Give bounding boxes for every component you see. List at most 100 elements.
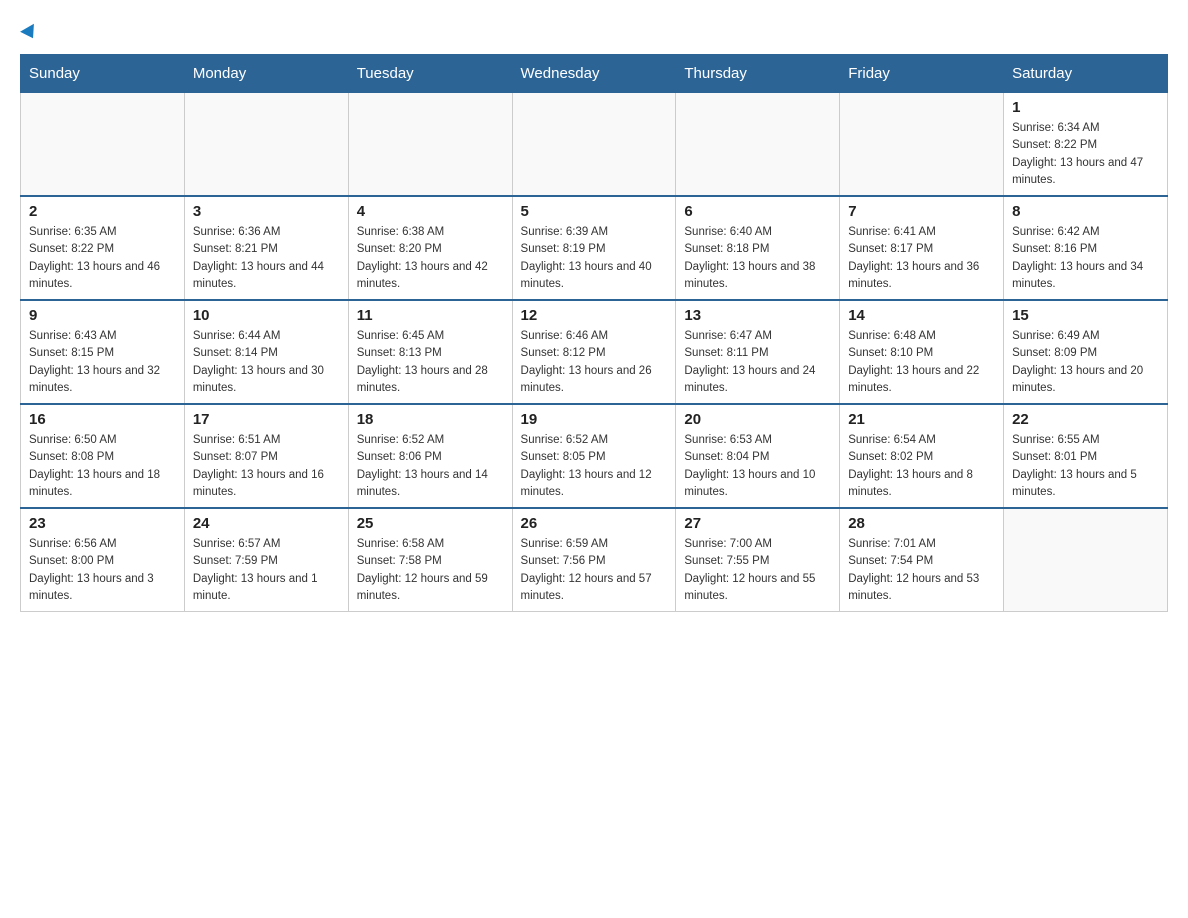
day-number: 2	[29, 203, 176, 220]
calendar-cell	[348, 93, 512, 197]
day-number: 24	[193, 515, 340, 532]
day-number: 22	[1012, 411, 1159, 428]
calendar-cell: 21 Sunrise: 6:54 AMSunset: 8:02 PMDayligh…	[840, 404, 1004, 508]
calendar-cell	[512, 93, 676, 197]
day-number: 14	[848, 307, 995, 324]
calendar-cell	[1004, 508, 1168, 612]
day-info: Sunrise: 6:46 AMSunset: 8:12 PMDaylight:…	[521, 328, 668, 397]
calendar-cell: 6 Sunrise: 6:40 AMSunset: 8:18 PMDaylight…	[676, 196, 840, 300]
day-info: Sunrise: 6:57 AMSunset: 7:59 PMDaylight:…	[193, 536, 340, 605]
calendar-cell: 18 Sunrise: 6:52 AMSunset: 8:06 PMDayligh…	[348, 404, 512, 508]
calendar-cell: 16 Sunrise: 6:50 AMSunset: 8:08 PMDayligh…	[21, 404, 185, 508]
day-info: Sunrise: 6:49 AMSunset: 8:09 PMDaylight:…	[1012, 328, 1159, 397]
day-info: Sunrise: 6:50 AMSunset: 8:08 PMDaylight:…	[29, 432, 176, 501]
day-number: 11	[357, 307, 504, 324]
calendar-cell: 1Sunrise: 6:34 AMSunset: 8:22 PMDaylight…	[1004, 93, 1168, 197]
day-info: Sunrise: 6:51 AMSunset: 8:07 PMDaylight:…	[193, 432, 340, 501]
calendar-cell: 3 Sunrise: 6:36 AMSunset: 8:21 PMDaylight…	[184, 196, 348, 300]
calendar-cell: 5 Sunrise: 6:39 AMSunset: 8:19 PMDaylight…	[512, 196, 676, 300]
day-info: Sunrise: 6:58 AMSunset: 7:58 PMDaylight:…	[357, 536, 504, 605]
calendar-table: SundayMondayTuesdayWednesdayThursdayFrid…	[20, 54, 1168, 612]
day-info: Sunrise: 6:52 AMSunset: 8:06 PMDaylight:…	[357, 432, 504, 501]
day-info: Sunrise: 6:40 AMSunset: 8:18 PMDaylight:…	[684, 224, 831, 293]
calendar-cell: 12 Sunrise: 6:46 AMSunset: 8:12 PMDayligh…	[512, 300, 676, 404]
calendar-cell: 13 Sunrise: 6:47 AMSunset: 8:11 PMDayligh…	[676, 300, 840, 404]
day-header-wednesday: Wednesday	[512, 55, 676, 93]
day-number: 4	[357, 203, 504, 220]
day-info: Sunrise: 6:38 AMSunset: 8:20 PMDaylight:…	[357, 224, 504, 293]
calendar-cell	[840, 93, 1004, 197]
calendar-cell: 28Sunrise: 7:01 AMSunset: 7:54 PMDayligh…	[840, 508, 1004, 612]
day-info: Sunrise: 6:43 AMSunset: 8:15 PMDaylight:…	[29, 328, 176, 397]
day-info: Sunrise: 6:53 AMSunset: 8:04 PMDaylight:…	[684, 432, 831, 501]
day-number: 21	[848, 411, 995, 428]
day-info: Sunrise: 6:35 AMSunset: 8:22 PMDaylight:…	[29, 224, 176, 293]
day-info: Sunrise: 6:59 AMSunset: 7:56 PMDaylight:…	[521, 536, 668, 605]
logo	[20, 20, 38, 44]
day-info: Sunrise: 6:41 AMSunset: 8:17 PMDaylight:…	[848, 224, 995, 293]
day-number: 19	[521, 411, 668, 428]
day-number: 15	[1012, 307, 1159, 324]
day-info: Sunrise: 6:45 AMSunset: 8:13 PMDaylight:…	[357, 328, 504, 397]
calendar-cell: 11 Sunrise: 6:45 AMSunset: 8:13 PMDayligh…	[348, 300, 512, 404]
day-number: 10	[193, 307, 340, 324]
day-number: 27	[684, 515, 831, 532]
calendar-cell: 8 Sunrise: 6:42 AMSunset: 8:16 PMDaylight…	[1004, 196, 1168, 300]
calendar-cell: 24 Sunrise: 6:57 AMSunset: 7:59 PMDayligh…	[184, 508, 348, 612]
day-number: 8	[1012, 203, 1159, 220]
day-number: 12	[521, 307, 668, 324]
day-header-saturday: Saturday	[1004, 55, 1168, 93]
day-number: 13	[684, 307, 831, 324]
calendar-cell: 10 Sunrise: 6:44 AMSunset: 8:14 PMDayligh…	[184, 300, 348, 404]
calendar-week-row: 1Sunrise: 6:34 AMSunset: 8:22 PMDaylight…	[21, 93, 1168, 197]
day-info: Sunrise: 6:47 AMSunset: 8:11 PMDaylight:…	[684, 328, 831, 397]
day-info: Sunrise: 6:56 AMSunset: 8:00 PMDaylight:…	[29, 536, 176, 605]
calendar-cell: 23 Sunrise: 6:56 AMSunset: 8:00 PMDayligh…	[21, 508, 185, 612]
day-info: Sunrise: 6:48 AMSunset: 8:10 PMDaylight:…	[848, 328, 995, 397]
day-info: Sunrise: 6:52 AMSunset: 8:05 PMDaylight:…	[521, 432, 668, 501]
day-number: 5	[521, 203, 668, 220]
logo-triangle-icon	[20, 24, 40, 42]
day-number: 25	[357, 515, 504, 532]
day-number: 3	[193, 203, 340, 220]
calendar-cell: 20 Sunrise: 6:53 AMSunset: 8:04 PMDayligh…	[676, 404, 840, 508]
day-number: 18	[357, 411, 504, 428]
calendar-cell	[676, 93, 840, 197]
calendar-cell: 7 Sunrise: 6:41 AMSunset: 8:17 PMDaylight…	[840, 196, 1004, 300]
calendar-cell	[21, 93, 185, 197]
calendar-cell: 14 Sunrise: 6:48 AMSunset: 8:10 PMDayligh…	[840, 300, 1004, 404]
day-number: 16	[29, 411, 176, 428]
calendar-cell: 27Sunrise: 7:00 AMSunset: 7:55 PMDayligh…	[676, 508, 840, 612]
day-info: Sunrise: 6:42 AMSunset: 8:16 PMDaylight:…	[1012, 224, 1159, 293]
calendar-week-row: 23 Sunrise: 6:56 AMSunset: 8:00 PMDayligh…	[21, 508, 1168, 612]
day-header-sunday: Sunday	[21, 55, 185, 93]
day-info: Sunrise: 6:36 AMSunset: 8:21 PMDaylight:…	[193, 224, 340, 293]
day-number: 7	[848, 203, 995, 220]
calendar-week-row: 9 Sunrise: 6:43 AMSunset: 8:15 PMDaylight…	[21, 300, 1168, 404]
day-number: 23	[29, 515, 176, 532]
calendar-cell: 26 Sunrise: 6:59 AMSunset: 7:56 PMDayligh…	[512, 508, 676, 612]
calendar-cell: 17 Sunrise: 6:51 AMSunset: 8:07 PMDayligh…	[184, 404, 348, 508]
calendar-cell: 25 Sunrise: 6:58 AMSunset: 7:58 PMDayligh…	[348, 508, 512, 612]
day-header-tuesday: Tuesday	[348, 55, 512, 93]
day-number: 9	[29, 307, 176, 324]
day-info: Sunrise: 6:39 AMSunset: 8:19 PMDaylight:…	[521, 224, 668, 293]
calendar-cell: 2 Sunrise: 6:35 AMSunset: 8:22 PMDaylight…	[21, 196, 185, 300]
day-info: Sunrise: 6:44 AMSunset: 8:14 PMDaylight:…	[193, 328, 340, 397]
calendar-cell: 22Sunrise: 6:55 AMSunset: 8:01 PMDayligh…	[1004, 404, 1168, 508]
day-header-monday: Monday	[184, 55, 348, 93]
calendar-cell: 4 Sunrise: 6:38 AMSunset: 8:20 PMDaylight…	[348, 196, 512, 300]
calendar-cell: 15 Sunrise: 6:49 AMSunset: 8:09 PMDayligh…	[1004, 300, 1168, 404]
day-number: 17	[193, 411, 340, 428]
day-number: 26	[521, 515, 668, 532]
day-number: 28	[848, 515, 995, 532]
calendar-week-row: 2 Sunrise: 6:35 AMSunset: 8:22 PMDaylight…	[21, 196, 1168, 300]
day-header-thursday: Thursday	[676, 55, 840, 93]
day-number: 6	[684, 203, 831, 220]
calendar-cell: 19 Sunrise: 6:52 AMSunset: 8:05 PMDayligh…	[512, 404, 676, 508]
day-number: 20	[684, 411, 831, 428]
calendar-cell	[184, 93, 348, 197]
day-number: 1	[1012, 99, 1159, 116]
calendar-cell: 9 Sunrise: 6:43 AMSunset: 8:15 PMDaylight…	[21, 300, 185, 404]
day-info: Sunrise: 6:54 AMSunset: 8:02 PMDaylight:…	[848, 432, 995, 501]
